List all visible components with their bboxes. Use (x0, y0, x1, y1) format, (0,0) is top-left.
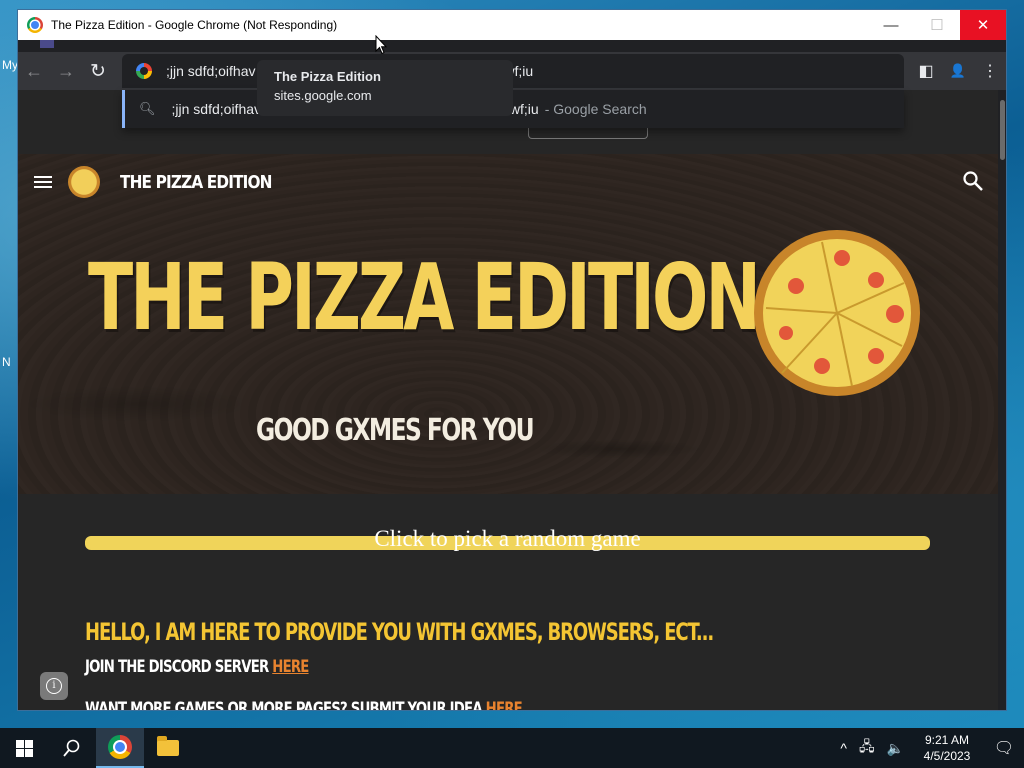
random-game-button[interactable]: Click to pick a random game (85, 526, 930, 551)
site-name[interactable]: THE PIZZA EDITION (120, 172, 272, 193)
suggestion-query: ;jjn sdfd;oifhav (171, 101, 262, 117)
submit-link[interactable]: HERE (486, 699, 523, 710)
discord-line: JOIN THE DISCORD SERVER HERE (85, 657, 309, 677)
search-icon[interactable] (962, 170, 984, 192)
chrome-icon (27, 17, 43, 33)
minimize-button[interactable]: — (868, 10, 914, 40)
taskbar-chrome-button[interactable] (96, 728, 144, 768)
info-button[interactable]: i (40, 672, 68, 700)
omnibox-suggestion[interactable]: 🔍︎ ;jjn sdfd;oifhav iuwf;iu - Google Sea… (122, 90, 904, 128)
hover-card-title: The Pizza Edition (274, 69, 381, 84)
page-viewport: THE PIZZA EDITION THE PIZZA EDITION GOOD… (18, 90, 998, 710)
hero-title: THE PIZZA EDITION (88, 244, 761, 351)
google-icon (136, 63, 152, 79)
clock[interactable]: 9:21 AM 4/5/2023 (910, 732, 984, 764)
search-icon: 🔍︎ (139, 101, 156, 116)
search-button[interactable] (48, 728, 96, 768)
submit-line: WANT MORE GAMES OR MORE PAGES? SUBMIT YO… (85, 699, 523, 710)
title-bar[interactable]: The Pizza Edition - Google Chrome (Not R… (18, 10, 1006, 40)
tab[interactable] (40, 40, 54, 48)
forward-button[interactable]: → (50, 61, 82, 82)
hover-card-url: sites.google.com (274, 88, 372, 103)
chevron-up-icon[interactable]: ^ (840, 740, 847, 756)
desktop-icon-label[interactable]: My (2, 58, 18, 72)
suggestion-source: - Google Search (544, 101, 647, 117)
profile-icon[interactable]: 👤 (942, 63, 974, 79)
tab-strip (18, 40, 1006, 52)
random-game-button-label: Click to pick a random game (374, 526, 641, 551)
chrome-icon (108, 735, 132, 759)
scrollbar[interactable] (998, 90, 1006, 710)
folder-icon (157, 736, 179, 756)
reload-button[interactable]: ↻ (82, 60, 114, 83)
chrome-window: The Pizza Edition - Google Chrome (Not R… (18, 10, 1006, 710)
address-bar[interactable]: ;jjn sdfd;oifhav iuwf;iu (122, 54, 904, 88)
menu-icon[interactable]: ⋮ (974, 61, 1006, 81)
mouse-cursor-icon (375, 35, 387, 55)
info-icon: i (46, 678, 62, 694)
back-button[interactable]: ← (18, 61, 50, 82)
pizza-image (754, 230, 920, 396)
clock-time: 9:21 AM (924, 733, 970, 747)
network-icon[interactable]: 🖧 (859, 736, 875, 760)
taskbar: ^ 🖧 🔈 9:21 AM 4/5/2023 🗨 (0, 728, 1024, 768)
submit-text: WANT MORE GAMES OR MORE PAGES? SUBMIT YO… (85, 699, 486, 710)
site-header: THE PIZZA EDITION (18, 154, 998, 210)
scrollbar-thumb[interactable] (1000, 100, 1005, 160)
taskbar-file-explorer-button[interactable] (144, 728, 192, 768)
intro-heading: HELLO, I AM HERE TO PROVIDE YOU WITH GXM… (85, 618, 714, 646)
notification-icon[interactable]: 🗨 (984, 738, 1024, 758)
system-tray: ^ 🖧 🔈 9:21 AM 4/5/2023 🗨 (834, 728, 1024, 768)
window-title: The Pizza Edition - Google Chrome (Not R… (51, 18, 338, 32)
maximize-button[interactable]: ☐ (914, 10, 960, 40)
hamburger-menu-icon[interactable] (34, 173, 52, 191)
site-logo[interactable] (68, 166, 100, 198)
start-button[interactable] (0, 728, 48, 768)
discord-link[interactable]: HERE (272, 657, 309, 677)
windows-icon (15, 739, 33, 757)
search-icon (63, 739, 80, 757)
discord-text: JOIN THE DISCORD SERVER (85, 657, 273, 677)
volume-icon[interactable]: 🔈 (887, 740, 904, 757)
desktop-icon-label[interactable]: N (2, 355, 11, 369)
clock-date: 4/5/2023 (923, 749, 971, 763)
close-button[interactable]: ✕ (960, 10, 1006, 40)
address-bar-value: ;jjn sdfd;oifhav (166, 63, 256, 79)
tab-hover-card: The Pizza Edition sites.google.com (257, 60, 513, 116)
tagline: GOOD GXMES FOR YOU (256, 413, 535, 448)
side-panel-icon[interactable]: ◧ (910, 61, 942, 81)
